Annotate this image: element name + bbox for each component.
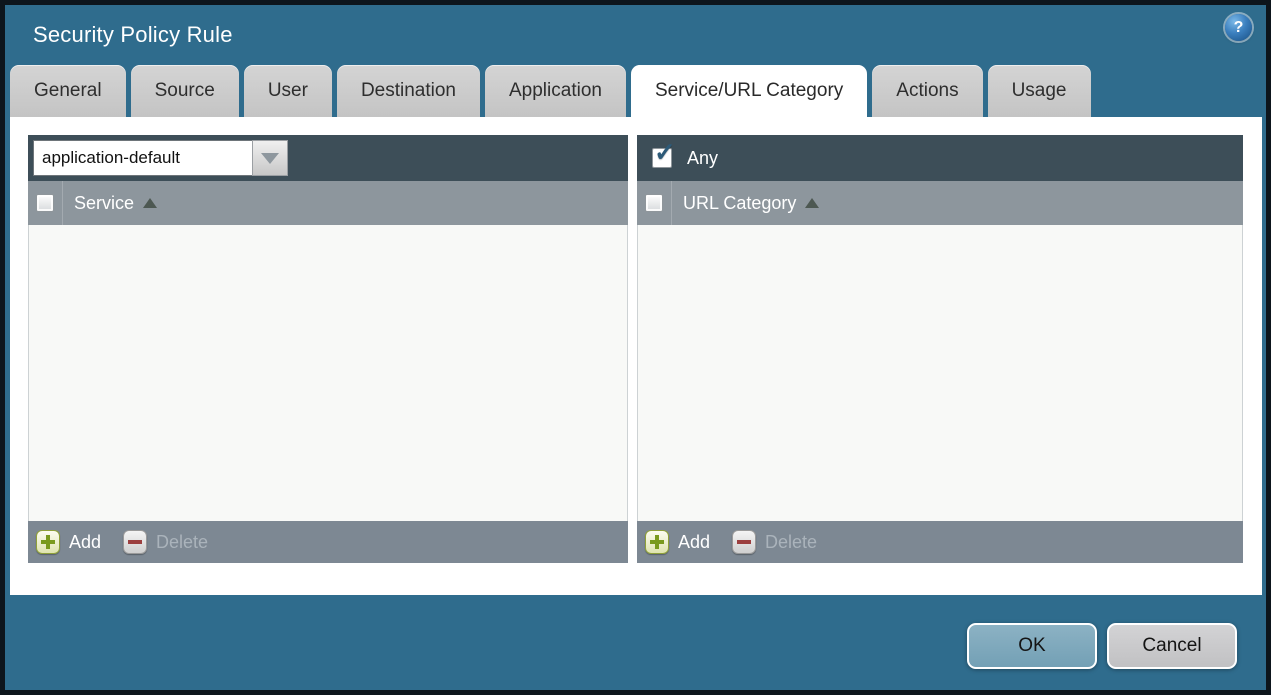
tab-strip: General Source User Destination Applicat… <box>10 65 1266 117</box>
check-icon: ✓ <box>654 137 676 167</box>
url-category-select-all-checkbox[interactable] <box>645 194 663 212</box>
service-column-header[interactable]: Service <box>28 181 628 225</box>
chevron-down-icon <box>261 152 279 164</box>
cancel-button[interactable]: Cancel <box>1107 623 1237 669</box>
delete-label: Delete <box>156 531 209 552</box>
sort-ascending-icon <box>805 198 820 208</box>
any-checkbox[interactable]: ✓ <box>652 139 676 168</box>
security-policy-rule-dialog: Security Policy Rule ? General Source Us… <box>0 0 1271 695</box>
column-divider <box>62 181 63 225</box>
service-select-all-checkbox[interactable] <box>36 194 54 212</box>
plus-icon <box>645 530 669 554</box>
service-column-label: Service <box>74 192 135 213</box>
ok-button[interactable]: OK <box>967 623 1097 669</box>
service-panel-footer: Add Delete <box>28 521 628 563</box>
add-label: Add <box>69 531 102 552</box>
url-category-delete-button[interactable]: Delete <box>732 530 817 554</box>
dialog-body: Service Add Delete <box>10 117 1262 595</box>
tab-destination[interactable]: Destination <box>336 65 480 117</box>
column-divider <box>671 181 672 225</box>
url-category-panel: ✓ Any URL Category Add Delete <box>637 135 1243 563</box>
tab-usage[interactable]: Usage <box>987 65 1091 117</box>
sort-ascending-icon <box>143 198 158 208</box>
service-panel: Service Add Delete <box>28 135 628 563</box>
service-add-button[interactable]: Add <box>36 530 101 554</box>
service-type-dropdown-button[interactable] <box>252 140 288 176</box>
dialog-title: Security Policy Rule <box>33 22 233 47</box>
url-category-panel-header: ✓ Any <box>637 135 1243 181</box>
url-category-add-button[interactable]: Add <box>645 530 710 554</box>
plus-icon <box>36 530 60 554</box>
url-category-panel-footer: Add Delete <box>637 521 1243 563</box>
service-select-all-cell <box>28 181 62 225</box>
any-label: Any <box>687 147 719 168</box>
url-category-column-label: URL Category <box>683 192 797 213</box>
service-delete-button[interactable]: Delete <box>123 530 208 554</box>
tab-actions[interactable]: Actions <box>872 65 983 117</box>
tab-source[interactable]: Source <box>130 65 239 117</box>
minus-icon <box>123 530 148 554</box>
tab-general[interactable]: General <box>10 65 126 117</box>
dialog-action-buttons: OK Cancel <box>967 623 1237 669</box>
minus-icon <box>732 530 757 554</box>
url-category-column-header[interactable]: URL Category <box>637 181 1243 225</box>
service-type-input[interactable] <box>33 140 252 176</box>
title-bar: Security Policy Rule <box>5 5 1266 65</box>
panels-row: Service Add Delete <box>10 117 1262 563</box>
service-panel-header <box>28 135 628 181</box>
help-icon[interactable]: ? <box>1225 14 1252 41</box>
service-list <box>28 225 628 521</box>
tab-application[interactable]: Application <box>485 65 626 117</box>
tab-user[interactable]: User <box>243 65 332 117</box>
url-category-select-all-cell <box>637 181 671 225</box>
service-type-dropdown <box>33 140 288 176</box>
url-category-list <box>637 225 1243 521</box>
delete-label: Delete <box>765 531 818 552</box>
add-label: Add <box>678 531 711 552</box>
tab-service-url-category[interactable]: Service/URL Category <box>630 65 868 117</box>
